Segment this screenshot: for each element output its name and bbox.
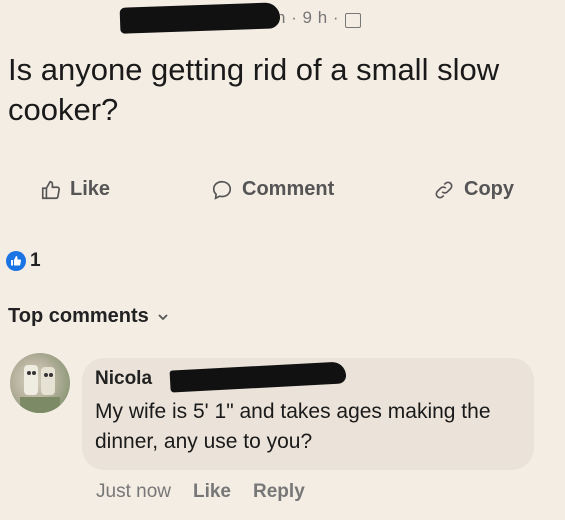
copy-label: Copy <box>464 178 514 200</box>
comment-timestamp[interactable]: Just now <box>96 481 171 503</box>
like-reaction-icon <box>6 251 26 271</box>
redaction-mark <box>119 2 281 34</box>
thumbs-up-icon <box>41 180 61 199</box>
comment-like-button[interactable]: Like <box>193 481 231 503</box>
post-text: Is anyone getting rid of a small slow co… <box>8 52 500 127</box>
comment-actions: Just now Like Reply <box>96 481 305 503</box>
action-bar: Like Comment Copy <box>0 178 565 214</box>
comment-sort-label: Top comments <box>8 305 149 327</box>
reaction-summary[interactable]: 1 <box>6 250 41 272</box>
like-label: Like <box>70 178 111 200</box>
link-icon <box>435 181 453 198</box>
post-timestamp[interactable]: h · 9 h · <box>276 8 339 28</box>
comment-reply-button[interactable]: Reply <box>253 481 305 503</box>
privacy-icon <box>345 12 362 28</box>
comment-sort-dropdown[interactable]: Top comments <box>8 305 169 328</box>
comment-text: My wife is 5' 1" and takes ages making t… <box>95 400 491 453</box>
like-button[interactable]: Like <box>40 178 110 201</box>
comment-author[interactable]: Nicola <box>95 368 152 390</box>
comment-button[interactable]: Comment <box>210 178 334 201</box>
copy-button[interactable]: Copy <box>432 178 514 201</box>
avatar[interactable] <box>10 353 70 413</box>
chevron-down-icon <box>158 313 168 320</box>
comment-label: Comment <box>242 178 335 200</box>
comment-icon <box>212 180 232 200</box>
reaction-count: 1 <box>30 250 41 271</box>
post-meta: h · 9 h · <box>119 2 362 34</box>
